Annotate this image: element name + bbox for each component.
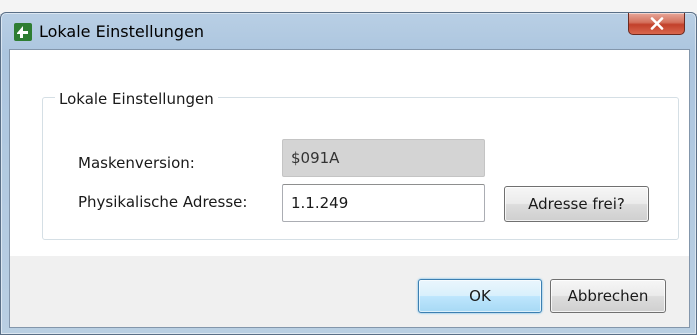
dialog-window: Lokale Einstellungen Lokale Einstellunge… [0,12,697,335]
close-icon [650,17,664,30]
cancel-button[interactable]: Abbrechen [550,279,666,313]
physical-address-input[interactable] [282,184,485,222]
ok-button[interactable]: OK [418,279,542,313]
physical-address-label: Physikalische Adresse: [78,193,248,211]
groupbox-legend: Lokale Einstellungen [55,90,218,108]
close-button[interactable] [628,13,685,35]
dialog-client-area: Lokale Einstellungen Maskenversion: Phys… [9,49,690,328]
window-title: Lokale Einstellungen [39,22,205,41]
address-free-button[interactable]: Adresse frei? [504,186,649,222]
title-bar[interactable]: Lokale Einstellungen [1,13,696,49]
app-logo-icon [14,23,32,41]
mask-version-field [282,139,485,177]
mask-version-label: Maskenversion: [78,154,195,172]
